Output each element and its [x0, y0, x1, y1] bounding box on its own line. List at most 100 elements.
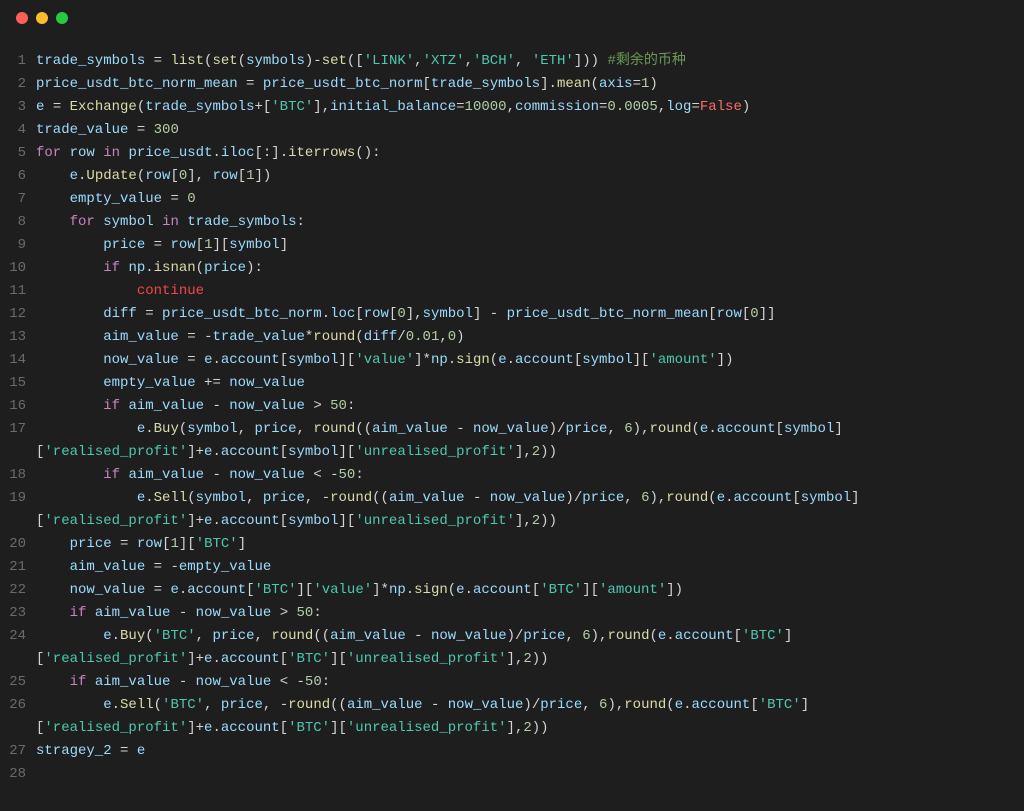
line-number	[0, 441, 36, 464]
code-line[interactable]: 6 e.Update(row[0], row[1])	[0, 165, 1024, 188]
code-line[interactable]: ['realised_profit']+e.account['BTC']['un…	[0, 717, 1024, 740]
code-line[interactable]: ['realised_profit']+e.account['BTC']['un…	[0, 648, 1024, 671]
code-line[interactable]: 15 empty_value += now_value	[0, 372, 1024, 395]
line-number: 19	[0, 487, 36, 510]
code-content[interactable]: e.Sell(symbol, price, -round((aim_value …	[36, 487, 1024, 510]
line-number: 17	[0, 418, 36, 441]
line-number: 24	[0, 625, 36, 648]
code-content[interactable]: now_value = e.account[symbol]['value']*n…	[36, 349, 1024, 372]
line-number: 18	[0, 464, 36, 487]
code-content[interactable]: empty_value = 0	[36, 188, 1024, 211]
code-line[interactable]: 20 price = row[1]['BTC']	[0, 533, 1024, 556]
code-line[interactable]: 19 e.Sell(symbol, price, -round((aim_val…	[0, 487, 1024, 510]
code-line[interactable]: 16 if aim_value - now_value > 50:	[0, 395, 1024, 418]
code-line[interactable]: 24 e.Buy('BTC', price, round((aim_value …	[0, 625, 1024, 648]
line-number: 5	[0, 142, 36, 165]
close-icon[interactable]	[16, 12, 28, 24]
code-content[interactable]: price = row[1][symbol]	[36, 234, 1024, 257]
code-line[interactable]: 10 if np.isnan(price):	[0, 257, 1024, 280]
code-content[interactable]	[36, 763, 1024, 786]
line-number: 20	[0, 533, 36, 556]
code-line[interactable]: 17 e.Buy(symbol, price, round((aim_value…	[0, 418, 1024, 441]
code-line[interactable]: 8 for symbol in trade_symbols:	[0, 211, 1024, 234]
code-line[interactable]: ['realised_profit']+e.account[symbol]['u…	[0, 510, 1024, 533]
code-content[interactable]: if aim_value - now_value < -50:	[36, 671, 1024, 694]
line-number: 4	[0, 119, 36, 142]
line-number: 13	[0, 326, 36, 349]
line-number	[0, 510, 36, 533]
line-number: 28	[0, 763, 36, 786]
code-content[interactable]: aim_value = -empty_value	[36, 556, 1024, 579]
code-content[interactable]: ['realised_profit']+e.account[symbol]['u…	[36, 510, 1024, 533]
code-content[interactable]: price_usdt_btc_norm_mean = price_usdt_bt…	[36, 73, 1024, 96]
code-content[interactable]: if np.isnan(price):	[36, 257, 1024, 280]
code-line[interactable]: 13 aim_value = -trade_value*round(diff/0…	[0, 326, 1024, 349]
code-content[interactable]: e.Sell('BTC', price, -round((aim_value -…	[36, 694, 1024, 717]
line-number: 9	[0, 234, 36, 257]
code-line[interactable]: 9 price = row[1][symbol]	[0, 234, 1024, 257]
code-line[interactable]: 28	[0, 763, 1024, 786]
line-number: 27	[0, 740, 36, 763]
code-line[interactable]: 12 diff = price_usdt_btc_norm.loc[row[0]…	[0, 303, 1024, 326]
code-content[interactable]: trade_value = 300	[36, 119, 1024, 142]
line-number: 16	[0, 395, 36, 418]
code-content[interactable]: empty_value += now_value	[36, 372, 1024, 395]
line-number: 10	[0, 257, 36, 280]
code-content[interactable]: price = row[1]['BTC']	[36, 533, 1024, 556]
line-number: 21	[0, 556, 36, 579]
code-content[interactable]: ['realised_profit']+e.account['BTC']['un…	[36, 648, 1024, 671]
code-line[interactable]: 2price_usdt_btc_norm_mean = price_usdt_b…	[0, 73, 1024, 96]
line-number: 2	[0, 73, 36, 96]
line-number	[0, 648, 36, 671]
line-number	[0, 717, 36, 740]
code-content[interactable]: ['realised_profit']+e.account['BTC']['un…	[36, 717, 1024, 740]
line-number: 25	[0, 671, 36, 694]
code-content[interactable]: stragey_2 = e	[36, 740, 1024, 763]
code-content[interactable]: if aim_value - now_value < -50:	[36, 464, 1024, 487]
code-line[interactable]: 25 if aim_value - now_value < -50:	[0, 671, 1024, 694]
code-content[interactable]: continue	[36, 280, 1024, 303]
line-number: 26	[0, 694, 36, 717]
code-line[interactable]: 23 if aim_value - now_value > 50:	[0, 602, 1024, 625]
line-number: 12	[0, 303, 36, 326]
code-content[interactable]: if aim_value - now_value > 50:	[36, 395, 1024, 418]
line-number: 11	[0, 280, 36, 303]
code-line[interactable]: ['realised_profit']+e.account[symbol]['u…	[0, 441, 1024, 464]
zoom-icon[interactable]	[56, 12, 68, 24]
code-line[interactable]: 27stragey_2 = e	[0, 740, 1024, 763]
line-number: 15	[0, 372, 36, 395]
code-line[interactable]: 14 now_value = e.account[symbol]['value'…	[0, 349, 1024, 372]
code-line[interactable]: 26 e.Sell('BTC', price, -round((aim_valu…	[0, 694, 1024, 717]
code-line[interactable]: 21 aim_value = -empty_value	[0, 556, 1024, 579]
code-line[interactable]: 22 now_value = e.account['BTC']['value']…	[0, 579, 1024, 602]
code-content[interactable]: e.Update(row[0], row[1])	[36, 165, 1024, 188]
code-line[interactable]: 3e = Exchange(trade_symbols+['BTC'],init…	[0, 96, 1024, 119]
line-number: 7	[0, 188, 36, 211]
code-content[interactable]: aim_value = -trade_value*round(diff/0.01…	[36, 326, 1024, 349]
code-content[interactable]: ['realised_profit']+e.account[symbol]['u…	[36, 441, 1024, 464]
line-number: 14	[0, 349, 36, 372]
code-content[interactable]: e = Exchange(trade_symbols+['BTC'],initi…	[36, 96, 1024, 119]
code-content[interactable]: e.Buy('BTC', price, round((aim_value - n…	[36, 625, 1024, 648]
code-content[interactable]: now_value = e.account['BTC']['value']*np…	[36, 579, 1024, 602]
code-line[interactable]: 11 continue	[0, 280, 1024, 303]
code-line[interactable]: 7 empty_value = 0	[0, 188, 1024, 211]
line-number: 1	[0, 50, 36, 73]
code-line[interactable]: 1trade_symbols = list(set(symbols)-set([…	[0, 50, 1024, 73]
editor-window: 1trade_symbols = list(set(symbols)-set([…	[0, 0, 1024, 811]
code-content[interactable]: trade_symbols = list(set(symbols)-set(['…	[36, 50, 1024, 73]
code-content[interactable]: e.Buy(symbol, price, round((aim_value - …	[36, 418, 1024, 441]
line-number: 23	[0, 602, 36, 625]
line-number: 3	[0, 96, 36, 119]
code-line[interactable]: 18 if aim_value - now_value < -50:	[0, 464, 1024, 487]
code-line[interactable]: 4trade_value = 300	[0, 119, 1024, 142]
minimize-icon[interactable]	[36, 12, 48, 24]
code-content[interactable]: diff = price_usdt_btc_norm.loc[row[0],sy…	[36, 303, 1024, 326]
code-editor[interactable]: 1trade_symbols = list(set(symbols)-set([…	[0, 36, 1024, 786]
line-number: 8	[0, 211, 36, 234]
code-line[interactable]: 5for row in price_usdt.iloc[:].iterrows(…	[0, 142, 1024, 165]
code-content[interactable]: if aim_value - now_value > 50:	[36, 602, 1024, 625]
code-content[interactable]: for row in price_usdt.iloc[:].iterrows()…	[36, 142, 1024, 165]
line-number: 22	[0, 579, 36, 602]
code-content[interactable]: for symbol in trade_symbols:	[36, 211, 1024, 234]
